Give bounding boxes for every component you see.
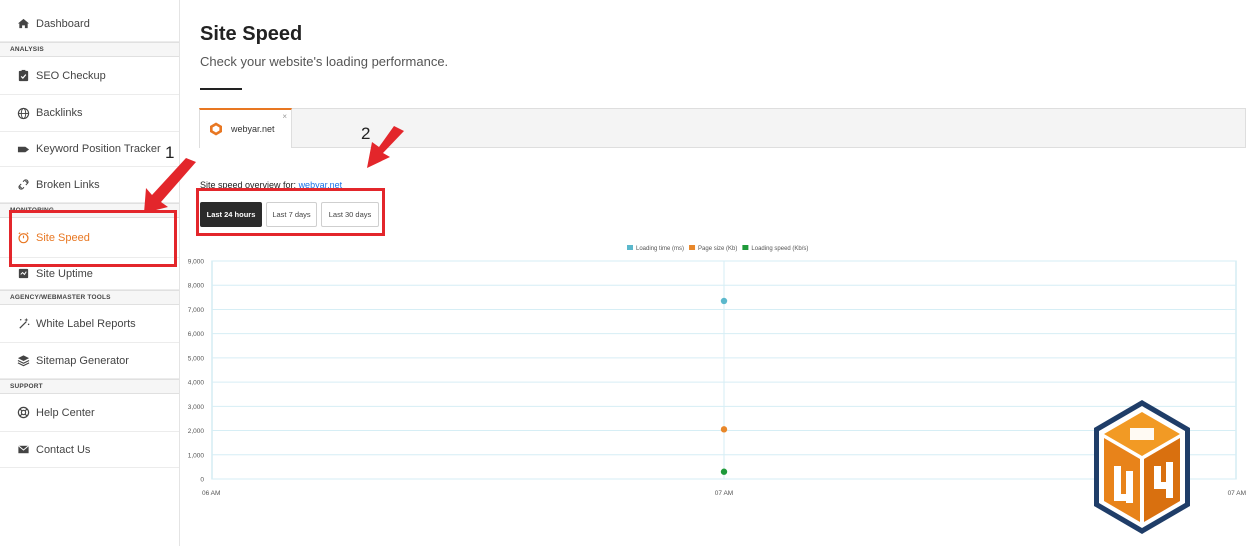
x-tick-label: 07 AM xyxy=(715,490,733,497)
y-tick-label: 4,000 xyxy=(188,380,205,387)
data-point xyxy=(720,297,728,305)
y-axis-ticks: 0 1,000 2,000 3,000 4,000 5,000 6,000 7,000 8,00… xyxy=(188,259,205,484)
chart-legend: Loading time (ms) Page size (Kb) Loading s… xyxy=(627,245,808,252)
y-tick-label: 3,000 xyxy=(188,404,205,411)
site-speed-chart: Loading time (ms) Page size (Kb) Loading s… xyxy=(188,245,1246,497)
x-tick-label: 06 AM xyxy=(202,490,220,497)
y-tick-label: 1,000 xyxy=(188,452,205,459)
y-tick-label: 8,000 xyxy=(188,283,205,290)
y-tick-label: 9,000 xyxy=(188,259,205,266)
annotation-box-1 xyxy=(9,210,177,267)
x-axis-ticks: 06 AM 07 AM 07 AM xyxy=(202,490,1246,497)
y-tick-label: 6,000 xyxy=(188,331,205,338)
x-tick-label: 07 AM xyxy=(1228,490,1246,497)
y-tick-label: 0 xyxy=(200,477,204,484)
y-tick-label: 2,000 xyxy=(188,428,205,435)
legend-label: Loading time (ms) xyxy=(636,246,684,252)
data-point xyxy=(720,426,728,433)
legend-swatch xyxy=(689,245,696,250)
annotation-number-2: 2 xyxy=(361,124,371,143)
legend-label: Page size (Kb) xyxy=(698,246,737,252)
annotation-box-2 xyxy=(196,188,385,236)
y-tick-label: 7,000 xyxy=(188,307,205,314)
legend-swatch xyxy=(742,245,749,250)
data-point xyxy=(720,468,728,475)
annotation-number-1: 1 xyxy=(165,143,175,162)
legend-label: Loading speed (Kb/s) xyxy=(751,246,808,252)
chart-grid xyxy=(211,260,1237,480)
y-tick-label: 5,000 xyxy=(188,355,205,362)
webyar-watermark-logo xyxy=(1094,400,1190,534)
legend-swatch xyxy=(627,245,633,250)
